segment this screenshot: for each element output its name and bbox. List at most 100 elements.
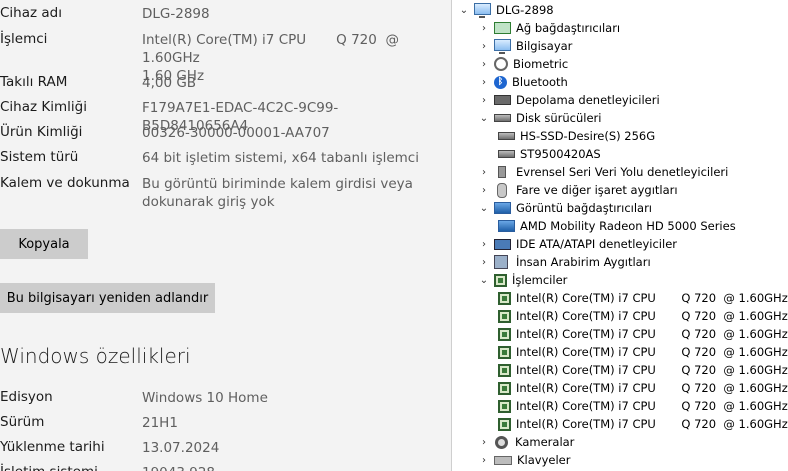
spec-value: DLG-2898 xyxy=(142,6,210,22)
tree-category-node[interactable]: › Depolama denetleyicileri xyxy=(478,91,660,109)
tree-device-node[interactable]: Intel(R) Core(TM) i7 CPU Q 720 @ 1.60GHz xyxy=(498,307,788,325)
tree-node-label: İnsan Arabirim Aygıtları xyxy=(516,255,651,269)
bluetooth-icon: ᛒ xyxy=(494,75,507,89)
tree-node-label: Intel(R) Core(TM) i7 CPU Q 720 @ 1.60GHz xyxy=(516,327,788,341)
tree-category-node[interactable]: › İnsan Arabirim Aygıtları xyxy=(478,253,651,271)
camera-icon xyxy=(495,435,508,449)
storage-controller-icon xyxy=(494,95,511,105)
chevron-down-icon[interactable]: ⌄ xyxy=(478,275,490,286)
usb-icon xyxy=(498,166,506,178)
tree-node-label: Fare ve diğer işaret aygıtları xyxy=(516,183,678,197)
tree-node-label: IDE ATA/ATAPI denetleyiciler xyxy=(516,237,678,251)
spec-label: Takılı RAM xyxy=(0,74,68,90)
tree-device-node[interactable]: Intel(R) Core(TM) i7 CPU Q 720 @ 1.60GHz xyxy=(498,415,788,433)
chevron-right-icon[interactable]: › xyxy=(478,95,490,106)
chevron-right-icon[interactable]: › xyxy=(478,257,490,268)
chevron-right-icon[interactable]: › xyxy=(478,59,490,70)
spec-label: Sürüm xyxy=(0,414,45,430)
chevron-right-icon[interactable]: › xyxy=(478,23,490,34)
tree-node-label: Bluetooth xyxy=(512,75,568,89)
tree-node-label: Bilgisayar xyxy=(516,39,573,53)
tree-device-node[interactable]: Intel(R) Core(TM) i7 CPU Q 720 @ 1.60GHz xyxy=(498,325,788,343)
tree-node-label: DLG-2898 xyxy=(496,3,554,17)
spec-label: Yüklenme tarihi xyxy=(0,439,105,455)
spec-value: 21H1 xyxy=(142,415,178,431)
tree-device-node[interactable]: AMD Mobility Radeon HD 5000 Series xyxy=(498,217,736,235)
tree-node-label: ST9500420AS xyxy=(520,147,601,161)
fingerprint-icon xyxy=(494,57,508,71)
tree-category-node[interactable]: ⌄ Disk sürücüleri xyxy=(478,109,602,127)
processor-icon xyxy=(498,327,511,341)
spec-label: Cihaz Kimliği xyxy=(0,99,87,115)
tree-node-label: Depolama denetleyicileri xyxy=(516,93,660,107)
tree-category-node[interactable]: › Biometric xyxy=(478,55,568,73)
tree-node-label: İşlemciler xyxy=(512,273,568,287)
windows-specifications-title: Windows özellikleri xyxy=(0,344,191,368)
chevron-right-icon[interactable]: › xyxy=(478,77,490,88)
disk-drive-icon xyxy=(498,150,515,158)
tree-node-label: AMD Mobility Radeon HD 5000 Series xyxy=(520,219,736,233)
display-adapter-icon xyxy=(494,202,511,214)
tree-category-node[interactable]: › Evrensel Seri Veri Yolu denetleyicileri xyxy=(478,163,728,181)
tree-node-label: Intel(R) Core(TM) i7 CPU Q 720 @ 1.60GHz xyxy=(516,399,788,413)
tree-root-node[interactable]: ⌄ DLG-2898 xyxy=(458,1,554,19)
spec-value: 64 bit işletim sistemi, x64 tabanlı işle… xyxy=(142,150,419,166)
copy-button[interactable]: Kopyala xyxy=(0,229,88,259)
hid-icon xyxy=(494,255,508,269)
ide-controller-icon xyxy=(494,238,511,250)
spec-value: 19043.928 xyxy=(142,464,442,471)
tree-device-node[interactable]: Intel(R) Core(TM) i7 CPU Q 720 @ 1.60GHz xyxy=(498,397,788,415)
tree-category-node[interactable]: › Ağ bağdaştırıcıları xyxy=(478,19,620,37)
tree-node-label: Ağ bağdaştırıcıları xyxy=(516,21,621,35)
keyboard-icon xyxy=(494,455,512,465)
tree-category-node[interactable]: › Klavyeler xyxy=(478,451,570,469)
chevron-down-icon[interactable]: ⌄ xyxy=(478,203,490,214)
tree-device-node[interactable]: Intel(R) Core(TM) i7 CPU Q 720 @ 1.60GHz xyxy=(498,289,788,307)
mouse-icon xyxy=(497,182,507,198)
processor-icon xyxy=(498,399,511,413)
tree-node-label: Intel(R) Core(TM) i7 CPU Q 720 @ 1.60GHz xyxy=(516,363,788,377)
tree-node-label: HS-SSD-Desire(S) 256G xyxy=(520,129,656,143)
processor-icon xyxy=(494,273,507,287)
tree-node-label: Intel(R) Core(TM) i7 CPU Q 720 @ 1.60GHz xyxy=(516,381,788,395)
chevron-right-icon[interactable]: › xyxy=(478,167,490,178)
spec-value: 00326-30000-00001-AA707 xyxy=(142,125,330,141)
spec-label: Ürün Kimliği xyxy=(0,124,83,140)
tree-category-node[interactable]: › Kameralar xyxy=(478,433,574,451)
chevron-right-icon[interactable]: › xyxy=(478,455,490,466)
spec-label: Edisyon xyxy=(0,389,53,405)
rename-pc-button[interactable]: Bu bilgisayarı yeniden adlandır xyxy=(0,283,215,313)
tree-device-node[interactable]: Intel(R) Core(TM) i7 CPU Q 720 @ 1.60GHz xyxy=(498,343,788,361)
tree-node-label: Disk sürücüleri xyxy=(516,111,602,125)
tree-node-label: Intel(R) Core(TM) i7 CPU Q 720 @ 1.60GHz xyxy=(516,417,788,431)
chevron-right-icon[interactable]: › xyxy=(478,437,490,448)
tree-category-node[interactable]: › ᛒ Bluetooth xyxy=(478,73,568,91)
tree-category-node[interactable]: › Fare ve diğer işaret aygıtları xyxy=(478,181,678,199)
processor-icon xyxy=(498,309,511,323)
spec-label: İşlemci xyxy=(0,31,48,47)
spec-value: 13.07.2024 xyxy=(142,440,220,456)
tree-device-node[interactable]: ST9500420AS xyxy=(498,145,601,163)
chevron-right-icon[interactable]: › xyxy=(478,185,490,196)
tree-node-label: Görüntü bağdaştırıcıları xyxy=(516,201,653,215)
spec-label: Sistem türü xyxy=(0,149,79,165)
tree-node-label: Intel(R) Core(TM) i7 CPU Q 720 @ 1.60GHz xyxy=(516,291,788,305)
tree-device-node[interactable]: Intel(R) Core(TM) i7 CPU Q 720 @ 1.60GHz xyxy=(498,361,788,379)
spec-label: Kalem ve dokunma xyxy=(0,175,130,191)
tree-device-node[interactable]: Intel(R) Core(TM) i7 CPU Q 720 @ 1.60GHz xyxy=(498,379,788,397)
chevron-right-icon[interactable]: › xyxy=(478,239,490,250)
chevron-down-icon[interactable]: ⌄ xyxy=(478,113,490,124)
tree-category-node[interactable]: ⌄ İşlemciler xyxy=(478,271,568,289)
tree-node-label: Evrensel Seri Veri Yolu denetleyicileri xyxy=(516,165,729,179)
tree-device-node[interactable]: HS-SSD-Desire(S) 256G xyxy=(498,127,655,145)
chevron-right-icon[interactable]: › xyxy=(478,41,490,52)
processor-icon xyxy=(498,291,511,305)
spec-label: Cihaz adı xyxy=(0,5,62,21)
tree-category-node[interactable]: › IDE ATA/ATAPI denetleyiciler xyxy=(478,235,677,253)
tree-category-node[interactable]: ⌄ Görüntü bağdaştırıcıları xyxy=(478,199,652,217)
disk-drive-icon xyxy=(494,114,511,122)
chevron-down-icon[interactable]: ⌄ xyxy=(458,5,470,16)
tree-node-label: Kameralar xyxy=(515,435,575,449)
disk-drive-icon xyxy=(498,132,515,140)
tree-category-node[interactable]: › Bilgisayar xyxy=(478,37,572,55)
